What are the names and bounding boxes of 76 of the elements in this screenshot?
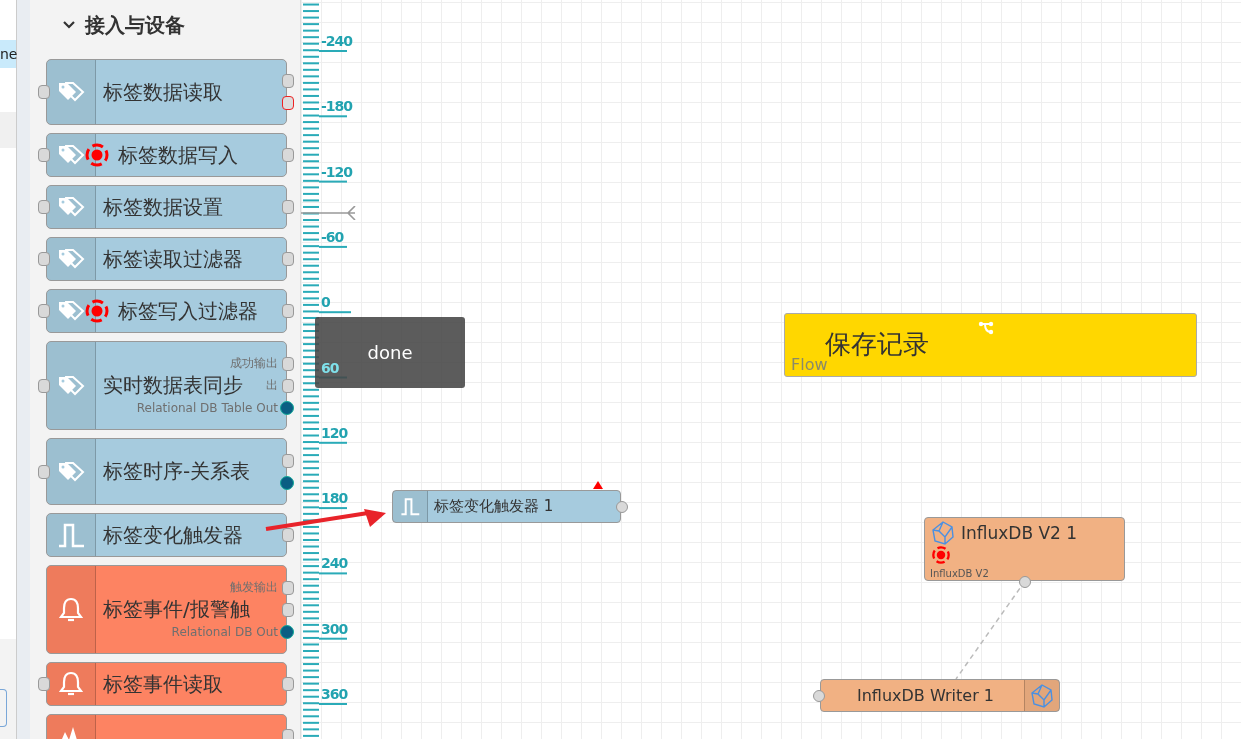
node-label: InfluxDB Writer 1: [856, 686, 995, 705]
input-port[interactable]: [38, 85, 50, 99]
flow-node[interactable]: InfluxDB Writer 1: [820, 679, 1060, 712]
bell-icon: [59, 671, 83, 697]
input-port[interactable]: [38, 677, 50, 691]
input-field-edge[interactable]: [0, 689, 7, 727]
palette-node[interactable]: 标签数据写入: [46, 133, 287, 177]
tag-icon: [56, 144, 86, 166]
pulse-icon: [57, 522, 85, 548]
polyhedron-icon: [931, 521, 955, 545]
tag-icon: [56, 248, 86, 270]
flow-node[interactable]: InfluxDB V2 1 InfluxDB V2: [924, 517, 1125, 581]
flow-group[interactable]: 保存记录 Flow: [784, 313, 1197, 377]
input-port[interactable]: [813, 689, 825, 702]
palette-node[interactable]: 标签事件读取: [46, 662, 287, 706]
ruler-label: -240: [321, 33, 353, 49]
node-label: 标签数据写入: [118, 141, 238, 169]
tag-icon: [56, 81, 86, 103]
scroll-marker-icon: [301, 206, 357, 220]
input-port[interactable]: [38, 148, 50, 162]
flow-node[interactable]: 标签变化触发器 1: [392, 490, 621, 523]
node-label: InfluxDB V2 1: [960, 523, 1078, 543]
ruler-label: -180: [321, 98, 353, 115]
node-label: 标签事件/报警触: [103, 596, 250, 623]
node-label: 标签事件读取: [103, 670, 223, 698]
palette-node[interactable]: 成功输出 实时数据表同步 出 Relational DB Table Out: [46, 341, 287, 430]
ruler-label: 0: [321, 294, 330, 311]
input-port[interactable]: [38, 378, 50, 393]
node-label: 标签数据设置: [103, 193, 223, 221]
node-label: 标签变化触发器 1: [433, 497, 554, 516]
port-label: 触发输出: [230, 579, 278, 596]
node-label: 标签读取过滤器: [103, 245, 243, 273]
node-label: 标签写入过滤器: [118, 297, 258, 325]
bell-icon: [59, 596, 83, 623]
pulse-icon: [400, 497, 420, 516]
node-label: 标签变化触发器: [103, 521, 243, 549]
category-title[interactable]: 接入与设备: [85, 11, 185, 39]
palette-node[interactable]: 标签时序-关系表: [46, 438, 287, 505]
ruler-label: 240: [321, 555, 348, 572]
input-port[interactable]: [38, 304, 50, 318]
node-label: 标签数据读取: [103, 78, 223, 106]
node-type-label: InfluxDB V2: [930, 568, 989, 579]
node-label: 标签时序-关系表: [103, 458, 251, 485]
port-label: 成功输出: [230, 355, 278, 372]
ruler-label: 300: [321, 620, 348, 637]
input-port[interactable]: [38, 464, 50, 479]
port-label: 出: [266, 377, 278, 394]
palette-node[interactable]: 标签数据读取: [46, 59, 287, 125]
input-port[interactable]: [38, 200, 50, 214]
tag-icon: [56, 196, 86, 218]
tag-icon: [56, 300, 86, 322]
ruler-label: -60: [321, 228, 344, 245]
port-label: Relational DB Table Out: [136, 400, 278, 415]
palette-node[interactable]: 标签变化触发器: [46, 513, 287, 557]
tag-icon: [56, 374, 86, 397]
polyhedron-icon: [1030, 683, 1054, 708]
port-label: Relational DB Out: [171, 624, 278, 639]
ruler-label: 120: [321, 424, 348, 441]
list-row[interactable]: ne: [0, 40, 16, 68]
flow-canvas[interactable]: 保存记录 Flow 标签变化触发器 1 InfluxDB V2 1 InfluxDB V2 InfluxDB Writer 1 done -240 -180 -120 -60 0 60 120 180 240 300 360: [301, 0, 1241, 739]
group-title: 保存记录: [825, 328, 929, 359]
output-port[interactable]: [282, 96, 294, 110]
input-port[interactable]: [38, 252, 50, 266]
palette-node[interactable]: 触发输出 标签事件/报警触 Relational DB Out: [46, 565, 287, 654]
branch-icon: [978, 321, 994, 335]
ruler-label: 180: [321, 490, 348, 507]
group-type-label: Flow: [791, 355, 828, 374]
ruler-label: -120: [321, 163, 353, 180]
tag-icon: [56, 460, 86, 483]
ruler-label: 360: [321, 686, 348, 702]
palette-node[interactable]: 标签读取过滤器: [46, 237, 287, 281]
chevron-icon[interactable]: [62, 20, 76, 30]
node-label: 实时数据表同步: [103, 372, 243, 399]
palette-node[interactable]: 标签数据设置: [46, 185, 287, 229]
ruler-label: 60: [321, 359, 339, 376]
palette-node[interactable]: 标签写入过滤器: [46, 289, 287, 333]
